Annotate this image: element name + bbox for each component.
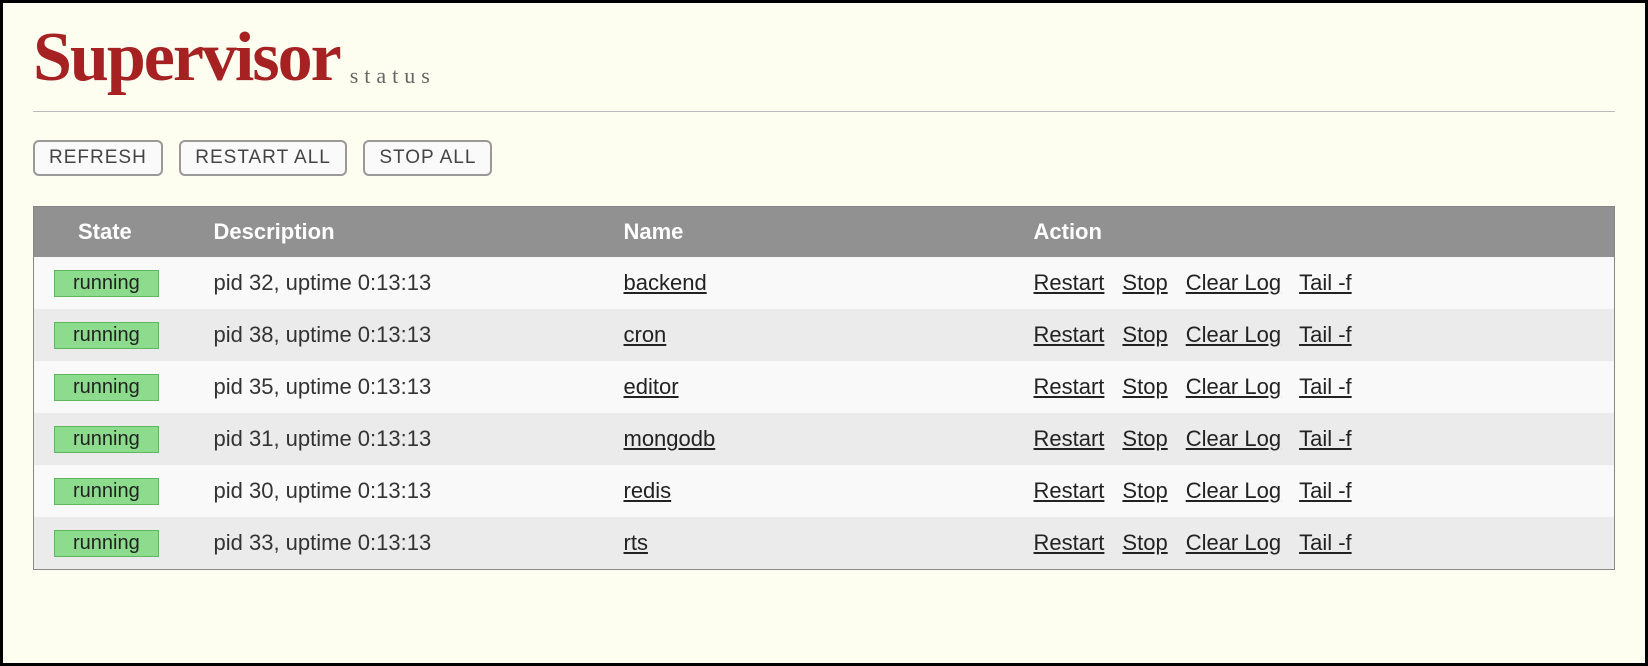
clear-log-link[interactable]: Clear Log <box>1186 426 1281 451</box>
action-cell: Restart Stop Clear Log Tail -f <box>1024 361 1615 413</box>
state-cell: running <box>34 257 204 309</box>
refresh-button[interactable]: REFRESH <box>33 140 163 176</box>
state-cell: running <box>34 413 204 465</box>
process-table: State Description Name Action running pid… <box>33 206 1615 570</box>
tail-f-link[interactable]: Tail -f <box>1299 322 1352 347</box>
tail-f-link[interactable]: Tail -f <box>1299 478 1352 503</box>
restart-link[interactable]: Restart <box>1034 530 1105 555</box>
table-row: running pid 35, uptime 0:13:13 editor Resta… <box>34 361 1615 413</box>
col-header-state: State <box>34 207 204 258</box>
col-header-action: Action <box>1024 207 1615 258</box>
header-divider <box>33 111 1615 112</box>
description-cell: pid 35, uptime 0:13:13 <box>204 361 614 413</box>
action-cell: Restart Stop Clear Log Tail -f <box>1024 309 1615 361</box>
table-row: running pid 38, uptime 0:13:13 cron Restart… <box>34 309 1615 361</box>
description-cell: pid 31, uptime 0:13:13 <box>204 413 614 465</box>
restart-link[interactable]: Restart <box>1034 270 1105 295</box>
name-cell: editor <box>614 361 1024 413</box>
table-header-row: State Description Name Action <box>34 207 1615 258</box>
clear-log-link[interactable]: Clear Log <box>1186 270 1281 295</box>
process-name-link[interactable]: editor <box>624 374 679 399</box>
clear-log-link[interactable]: Clear Log <box>1186 374 1281 399</box>
state-cell: running <box>34 517 204 569</box>
action-cell: Restart Stop Clear Log Tail -f <box>1024 465 1615 517</box>
process-name-link[interactable]: backend <box>624 270 707 295</box>
stop-link[interactable]: Stop <box>1122 530 1167 555</box>
description-cell: pid 33, uptime 0:13:13 <box>204 517 614 569</box>
clear-log-link[interactable]: Clear Log <box>1186 322 1281 347</box>
state-badge: running <box>54 322 159 349</box>
stop-link[interactable]: Stop <box>1122 426 1167 451</box>
stop-link[interactable]: Stop <box>1122 270 1167 295</box>
name-cell: cron <box>614 309 1024 361</box>
restart-link[interactable]: Restart <box>1034 322 1105 347</box>
restart-link[interactable]: Restart <box>1034 426 1105 451</box>
process-name-link[interactable]: redis <box>624 478 672 503</box>
description-cell: pid 32, uptime 0:13:13 <box>204 257 614 309</box>
clear-log-link[interactable]: Clear Log <box>1186 478 1281 503</box>
clear-log-link[interactable]: Clear Log <box>1186 530 1281 555</box>
name-cell: backend <box>614 257 1024 309</box>
state-cell: running <box>34 361 204 413</box>
tail-f-link[interactable]: Tail -f <box>1299 426 1352 451</box>
state-badge: running <box>54 530 159 557</box>
col-header-description: Description <box>204 207 614 258</box>
restart-link[interactable]: Restart <box>1034 374 1105 399</box>
state-badge: running <box>54 374 159 401</box>
name-cell: rts <box>614 517 1024 569</box>
name-cell: redis <box>614 465 1024 517</box>
stop-all-button[interactable]: STOP ALL <box>363 140 492 176</box>
description-cell: pid 38, uptime 0:13:13 <box>204 309 614 361</box>
process-name-link[interactable]: mongodb <box>624 426 716 451</box>
stop-link[interactable]: Stop <box>1122 322 1167 347</box>
restart-link[interactable]: Restart <box>1034 478 1105 503</box>
table-row: running pid 30, uptime 0:13:13 redis Restar… <box>34 465 1615 517</box>
col-header-name: Name <box>614 207 1024 258</box>
action-cell: Restart Stop Clear Log Tail -f <box>1024 257 1615 309</box>
supervisor-logo: Supervisor <box>33 23 340 93</box>
table-row: running pid 32, uptime 0:13:13 backend Rest… <box>34 257 1615 309</box>
description-cell: pid 30, uptime 0:13:13 <box>204 465 614 517</box>
process-name-link[interactable]: cron <box>624 322 667 347</box>
table-row: running pid 33, uptime 0:13:13 rts Restart S… <box>34 517 1615 569</box>
tail-f-link[interactable]: Tail -f <box>1299 270 1352 295</box>
process-name-link[interactable]: rts <box>624 530 648 555</box>
stop-link[interactable]: Stop <box>1122 478 1167 503</box>
toolbar: REFRESH RESTART ALL STOP ALL <box>33 140 1615 176</box>
action-cell: Restart Stop Clear Log Tail -f <box>1024 517 1615 569</box>
state-cell: running <box>34 309 204 361</box>
action-cell: Restart Stop Clear Log Tail -f <box>1024 413 1615 465</box>
state-badge: running <box>54 426 159 453</box>
tail-f-link[interactable]: Tail -f <box>1299 530 1352 555</box>
state-badge: running <box>54 478 159 505</box>
name-cell: mongodb <box>614 413 1024 465</box>
restart-all-button[interactable]: RESTART ALL <box>179 140 347 176</box>
state-badge: running <box>54 270 159 297</box>
state-cell: running <box>34 465 204 517</box>
page-header: Supervisor status <box>33 3 1615 111</box>
stop-link[interactable]: Stop <box>1122 374 1167 399</box>
tail-f-link[interactable]: Tail -f <box>1299 374 1352 399</box>
page-subtitle: status <box>350 63 436 89</box>
table-row: running pid 31, uptime 0:13:13 mongodb Rest… <box>34 413 1615 465</box>
